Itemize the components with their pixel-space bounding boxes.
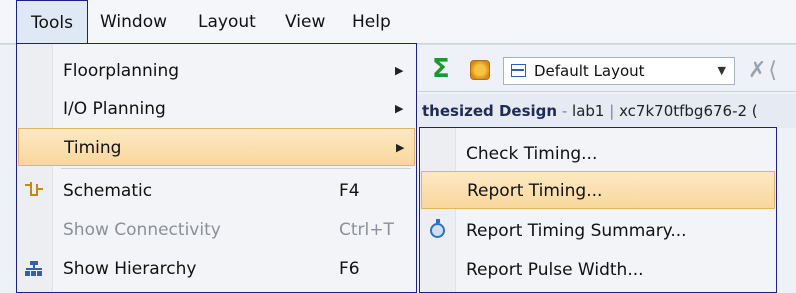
- timing-submenu: Check Timing... Report Timing... Report …: [419, 127, 777, 293]
- design-title-bar: thesized Design - lab1 | xc7k70tfbg676-2…: [418, 94, 796, 128]
- menu-layout[interactable]: Layout: [198, 0, 256, 44]
- hierarchy-icon: [25, 261, 43, 277]
- disabled-toolbar-icons: ✗⟨: [748, 58, 780, 83]
- sigma-icon[interactable]: Σ: [432, 56, 450, 82]
- menu-item-io-planning[interactable]: I/O Planning ▶: [17, 90, 416, 128]
- tools-dropdown-menu: Floorplanning ▶ I/O Planning ▶ Timing ▶ …: [16, 43, 417, 293]
- menu-tools[interactable]: Tools: [16, 0, 88, 44]
- part-name: xc7k70tfbg676-2 (: [619, 102, 758, 120]
- layout-icon: [511, 64, 526, 77]
- menu-item-check-timing[interactable]: Check Timing...: [420, 135, 776, 173]
- menu-item-floorplanning[interactable]: Floorplanning ▶: [17, 52, 416, 90]
- chevron-down-icon: ▼: [717, 64, 726, 77]
- menu-item-timing[interactable]: Timing ▶: [18, 128, 415, 166]
- menu-item-show-hierarchy[interactable]: Show Hierarchy F6: [17, 250, 416, 288]
- submenu-arrow-icon: ▶: [396, 141, 405, 154]
- design-name: thesized Design: [422, 102, 558, 120]
- menubar: Tools Window Layout View Help: [0, 0, 796, 44]
- menu-item-show-connectivity: Show Connectivity Ctrl+T: [63, 220, 394, 240]
- menu-item-schematic[interactable]: Schematic F4: [17, 172, 416, 210]
- menu-item-report-timing-summary[interactable]: Report Timing Summary...: [420, 212, 776, 250]
- menu-item-report-pulse-width[interactable]: Report Pulse Width...: [420, 251, 776, 289]
- schematic-icon: [25, 182, 43, 198]
- menu-help[interactable]: Help: [352, 0, 391, 44]
- menu-separator: [61, 168, 411, 169]
- layout-select-value: Default Layout: [534, 62, 645, 80]
- menu-view[interactable]: View: [285, 0, 325, 44]
- layout-select[interactable]: Default Layout ▼: [503, 57, 735, 85]
- project-name: lab1: [572, 102, 605, 120]
- settings-gear-icon[interactable]: [470, 60, 490, 80]
- stopwatch-icon: [430, 219, 445, 238]
- submenu-arrow-icon: ▶: [395, 64, 404, 77]
- submenu-arrow-icon: ▶: [395, 102, 404, 115]
- menu-item-report-timing[interactable]: Report Timing...: [421, 171, 775, 209]
- menu-window[interactable]: Window: [100, 0, 167, 44]
